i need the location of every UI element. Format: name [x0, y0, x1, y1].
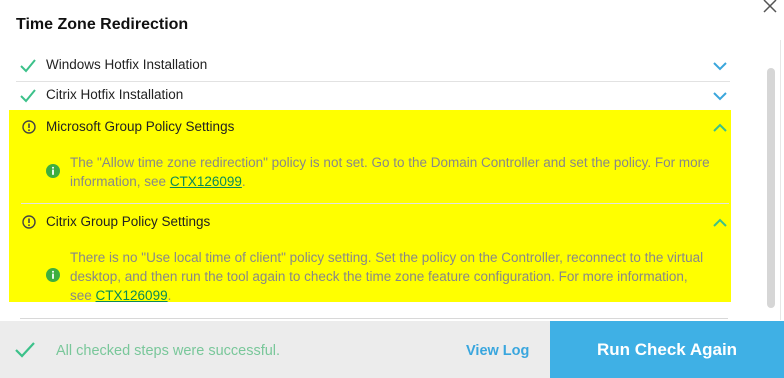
- window-title: Time Zone Redirection: [16, 16, 189, 33]
- info-icon: [46, 164, 60, 178]
- section-message: The "Allow time zone redirection" policy…: [70, 153, 710, 191]
- section-header[interactable]: Citrix Group Policy Settings: [9, 206, 731, 236]
- view-log-link[interactable]: View Log: [466, 343, 529, 359]
- check-icon: [20, 59, 36, 73]
- message-text: The "Allow time zone redirection" policy…: [70, 155, 710, 189]
- list-bottom-divider: [20, 318, 728, 319]
- info-icon: [46, 268, 60, 282]
- ctx-link[interactable]: CTX126099: [170, 174, 242, 189]
- message-end: .: [167, 288, 172, 303]
- message-end: .: [241, 174, 246, 189]
- footer-bar: All checked steps were successful. View …: [0, 321, 784, 378]
- section-citrix-gpo: Citrix Group Policy Settings There is no…: [9, 206, 731, 305]
- chevron-down-icon[interactable]: [713, 92, 727, 101]
- chevron-up-icon[interactable]: [713, 123, 727, 132]
- panel-edge: [780, 40, 781, 320]
- section-header[interactable]: Microsoft Group Policy Settings: [9, 111, 731, 141]
- section-divider: [21, 203, 729, 204]
- section-label: Citrix Group Policy Settings: [46, 214, 211, 229]
- ctx-link[interactable]: CTX126099: [96, 288, 168, 303]
- step-label: Citrix Hotfix Installation: [46, 87, 184, 102]
- check-icon: [15, 342, 35, 358]
- close-icon[interactable]: [761, 0, 779, 14]
- chevron-up-icon[interactable]: [713, 218, 727, 227]
- status-text: All checked steps were successful.: [56, 343, 281, 359]
- run-check-again-button[interactable]: Run Check Again: [550, 321, 784, 378]
- step-row-windows-hotfix[interactable]: Windows Hotfix Installation: [16, 51, 730, 82]
- scrollbar-thumb[interactable]: [767, 68, 775, 308]
- step-label: Windows Hotfix Installation: [46, 57, 208, 72]
- step-row-citrix-hotfix[interactable]: Citrix Hotfix Installation: [16, 81, 730, 112]
- chevron-down-icon[interactable]: [713, 62, 727, 71]
- section-message: There is no "Use local time of client" p…: [70, 248, 710, 305]
- check-icon: [20, 89, 36, 103]
- section-microsoft-gpo: Microsoft Group Policy Settings The "All…: [9, 111, 731, 203]
- section-label: Microsoft Group Policy Settings: [46, 119, 235, 134]
- scrollbar[interactable]: [766, 68, 776, 314]
- warning-icon: [22, 215, 36, 229]
- warning-icon: [22, 120, 36, 134]
